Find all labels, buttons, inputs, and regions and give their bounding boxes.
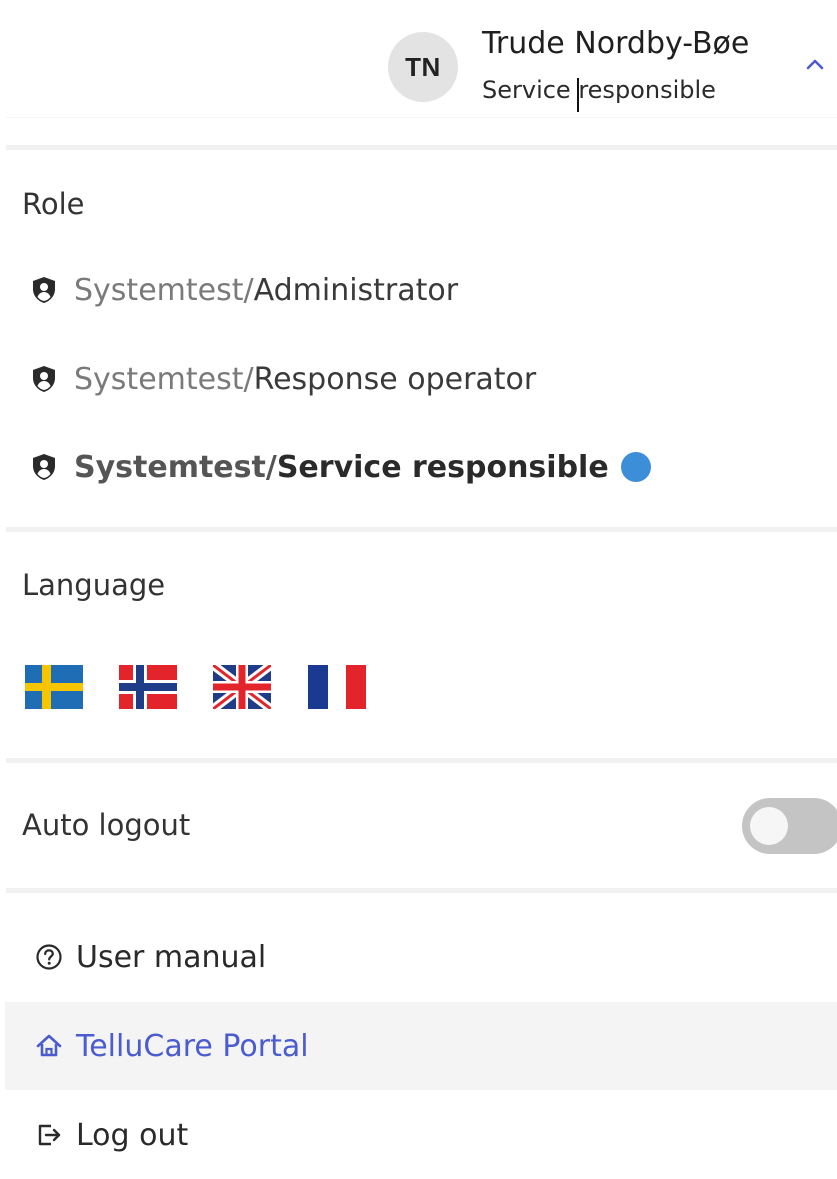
logout-icon [38,1124,61,1146]
header-divider [6,117,837,118]
logout-label: Log out [76,1117,189,1153]
role-name: Administrator [253,272,459,308]
toggle-knob [750,807,788,845]
swedish-flag-icon[interactable] [25,665,83,709]
tellucare-portal-link[interactable]: TelluCare Portal [5,1002,837,1090]
text-cursor [577,78,579,112]
role-org: Systemtest [74,272,244,308]
avatar: TN [388,32,458,102]
role-separator: / [265,449,277,485]
role-separator: / [243,361,254,397]
auto-logout-toggle[interactable] [742,798,837,854]
role-item-service-responsible[interactable]: Systemtest / Service responsible [32,445,651,489]
role-item-administrator[interactable]: Systemtest / Administrator [32,268,458,312]
role-name: Service responsible [276,449,609,485]
shield-user-icon [33,454,55,480]
help-circle-icon [36,944,62,970]
role-separator: / [243,272,254,308]
role-section-title: Role [22,187,85,221]
language-section-title: Language [22,568,166,602]
tellucare-portal-label: TelluCare Portal [76,1028,309,1064]
auto-logout-label: Auto logout [22,808,191,842]
norwegian-flag-icon[interactable] [119,665,177,709]
role-item-response-operator[interactable]: Systemtest / Response operator [32,357,536,401]
role-org: Systemtest [74,361,244,397]
chevron-up-icon[interactable] [802,54,828,74]
section-divider [6,145,837,150]
section-divider [6,527,837,532]
user-name: Trude Nordby-Bøe [482,26,750,61]
uk-flag-icon[interactable] [213,665,271,709]
user-manual-link[interactable]: User manual [5,913,837,1001]
home-icon [36,1034,62,1057]
shield-user-icon [33,366,55,392]
logout-link[interactable]: Log out [5,1091,837,1179]
user-manual-label: User manual [76,939,267,975]
role-org: Systemtest [74,449,266,485]
user-role: Service responsible [482,76,716,104]
french-flag-icon[interactable] [308,665,366,709]
shield-user-icon [33,277,55,303]
role-name: Response operator [253,361,537,397]
user-header[interactable]: TN Trude Nordby-Bøe Service responsible [0,0,837,118]
section-divider [6,888,837,893]
section-divider [6,758,837,763]
active-role-indicator [620,452,651,482]
